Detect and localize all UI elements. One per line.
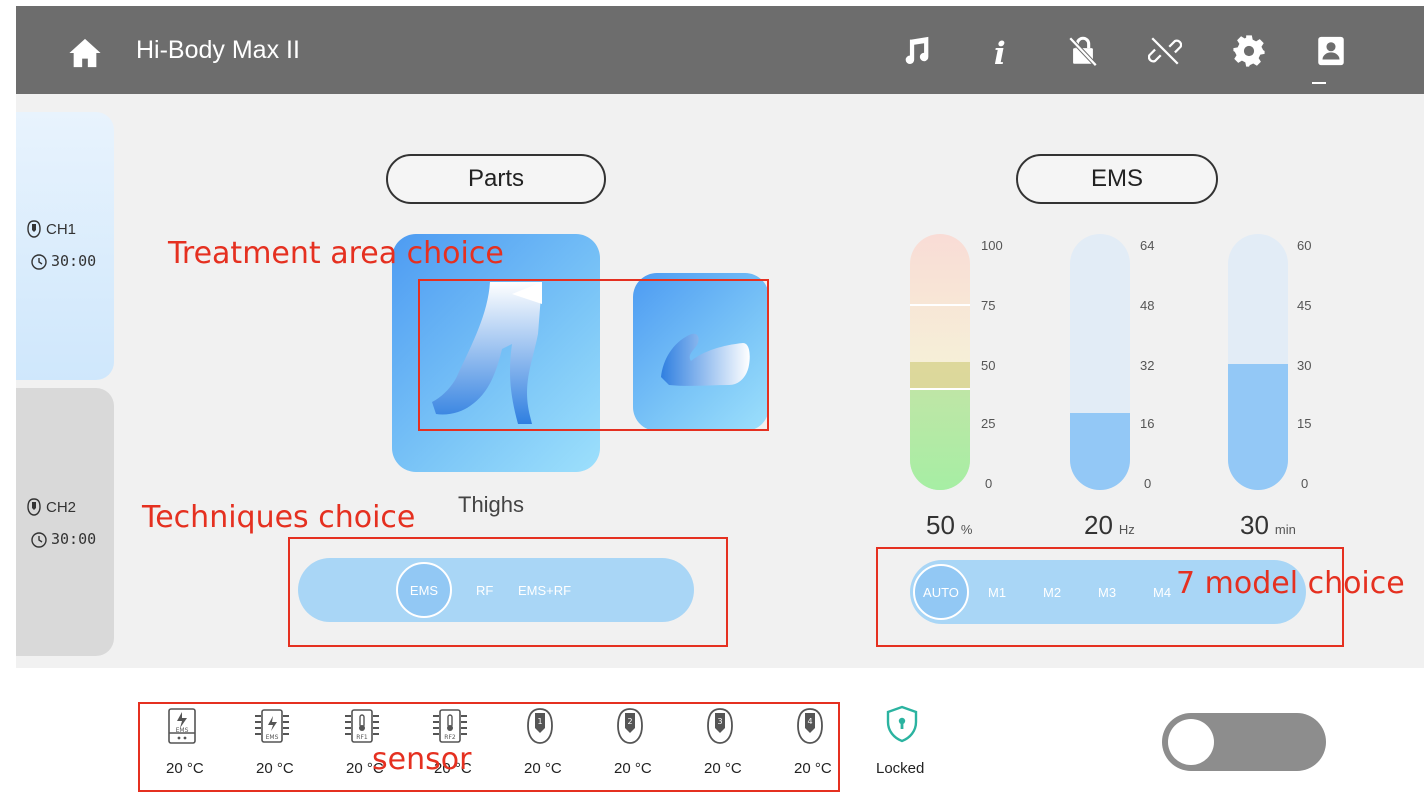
tick-label: 25 <box>981 416 996 431</box>
channel-label: CH2 <box>46 498 77 516</box>
info-icon[interactable]: i <box>984 34 1018 72</box>
user-profile-icon[interactable] <box>1314 34 1348 68</box>
app-title: Hi-Body Max II <box>136 36 300 64</box>
tick-label: 100 <box>981 238 1003 253</box>
channel-tab-ch1[interactable]: CH1 30:00 <box>16 112 114 380</box>
channel-tab-ch2[interactable]: CH2 30:00 <box>16 388 114 656</box>
handle-icon <box>27 220 41 238</box>
annotation-techniques: Techniques choice <box>142 500 416 535</box>
shield-lock-icon <box>882 704 922 744</box>
annotation-model: 7 model choice <box>1176 566 1405 601</box>
lock-off-icon[interactable] <box>1066 34 1100 68</box>
tick-label: 64 <box>1140 238 1155 253</box>
intensity-readout: 50% <box>926 510 972 541</box>
svg-text:i: i <box>994 36 1006 68</box>
tick-label: 75 <box>981 298 996 313</box>
annotation-box-sensor <box>138 702 840 792</box>
home-icon[interactable] <box>68 36 102 70</box>
annotation-box-treatment <box>418 279 769 431</box>
tick-label: 60 <box>1297 238 1312 253</box>
settings-icon[interactable] <box>1232 34 1266 68</box>
link-off-icon[interactable] <box>1147 34 1183 68</box>
duration-value: 30 <box>1240 510 1269 540</box>
tick-label: 30 <box>1297 358 1312 373</box>
music-icon[interactable] <box>900 34 934 68</box>
tick-label: 0 <box>1301 476 1309 491</box>
intensity-slider[interactable] <box>910 234 970 490</box>
toggle-knob <box>1168 719 1214 765</box>
tick-label: 32 <box>1140 358 1155 373</box>
tick-label: 50 <box>981 358 996 373</box>
tick-label: 16 <box>1140 416 1155 431</box>
annotation-treatment: Treatment area choice <box>168 236 504 271</box>
lock-status-label: Locked <box>876 760 925 777</box>
frequency-value: 20 <box>1084 510 1113 540</box>
power-toggle[interactable] <box>1162 713 1326 771</box>
annotation-sensor: sensor <box>372 742 472 777</box>
channel-time: 30:00 <box>51 252 97 270</box>
parts-title: Parts <box>386 154 606 204</box>
top-bar: Hi-Body Max II i <box>16 6 1424 94</box>
tick-label: 0 <box>1144 476 1152 491</box>
frequency-slider[interactable] <box>1070 234 1130 490</box>
tick-label: 15 <box>1297 416 1312 431</box>
timer-icon <box>31 532 47 548</box>
duration-readout: 30 min <box>1240 510 1296 541</box>
intensity-unit: % <box>960 522 973 537</box>
active-indicator <box>1312 82 1326 84</box>
handle-icon <box>27 498 41 516</box>
tick-label: 0 <box>985 476 993 491</box>
channel-label: CH1 <box>46 220 77 238</box>
tick-label: 45 <box>1297 298 1312 313</box>
timer-icon <box>31 254 47 270</box>
duration-slider[interactable] <box>1228 234 1288 490</box>
channel-time: 30:00 <box>51 530 97 548</box>
annotation-box-techniques <box>288 537 728 647</box>
frequency-unit: Hz <box>1118 522 1135 537</box>
ems-title: EMS <box>1016 154 1218 204</box>
frequency-readout: 20 Hz <box>1084 510 1135 541</box>
duration-unit: min <box>1274 522 1296 537</box>
tick-label: 48 <box>1140 298 1155 313</box>
intensity-value: 50 <box>926 510 955 540</box>
selected-part-label: Thighs <box>458 492 525 517</box>
